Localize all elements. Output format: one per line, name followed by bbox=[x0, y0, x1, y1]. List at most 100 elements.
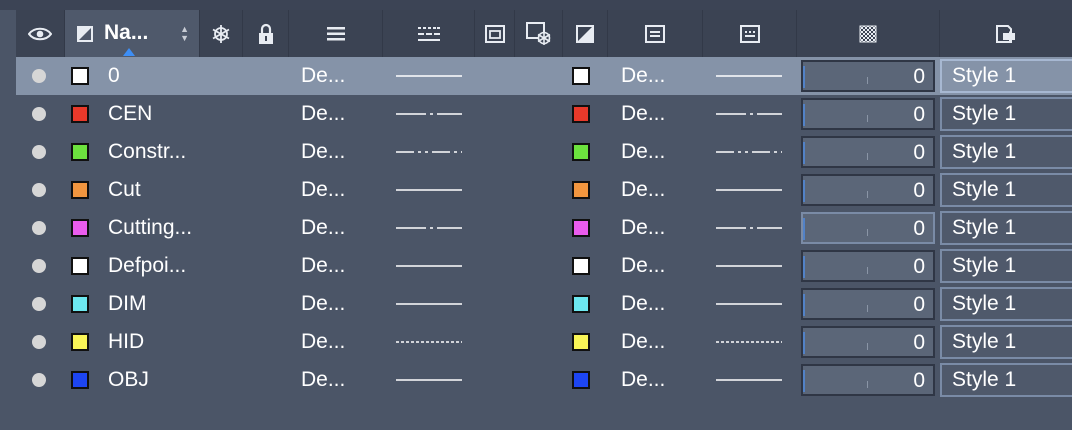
layer-name-cell[interactable]: Defpoi... bbox=[108, 247, 186, 285]
layer-color-cell[interactable] bbox=[71, 285, 89, 323]
linetype-cell[interactable] bbox=[396, 133, 462, 171]
layer-color-cell[interactable] bbox=[71, 361, 89, 399]
vp-lineweight-cell[interactable]: De... bbox=[621, 209, 665, 247]
plot-style-field[interactable]: Style 1 bbox=[940, 363, 1072, 397]
linetype-cell[interactable] bbox=[396, 285, 462, 323]
viewport-freeze-column-header[interactable] bbox=[515, 10, 563, 57]
vp-linetype-cell[interactable] bbox=[716, 171, 782, 209]
vp-color-cell[interactable] bbox=[572, 285, 590, 323]
plot-style-field[interactable]: Style 1 bbox=[940, 97, 1072, 131]
layer-color-cell[interactable] bbox=[71, 57, 89, 95]
layer-color-cell[interactable] bbox=[71, 247, 89, 285]
plot-style-field[interactable]: Style 1 bbox=[940, 249, 1072, 283]
transparency-field[interactable]: 0 bbox=[801, 212, 935, 244]
transparency-field[interactable]: 0 bbox=[801, 250, 935, 282]
vp-linetype-cell[interactable] bbox=[716, 209, 782, 247]
transparency-field[interactable]: 0 bbox=[801, 174, 935, 206]
layer-row[interactable]: Constr... De... De... 0 Style 1 bbox=[16, 133, 1072, 171]
lineweight-cell[interactable]: De... bbox=[301, 133, 345, 171]
vp-linetype-cell[interactable] bbox=[716, 95, 782, 133]
visibility-toggle[interactable] bbox=[32, 209, 46, 247]
freeze-column-header[interactable] bbox=[200, 10, 243, 57]
vp-color-cell[interactable] bbox=[572, 95, 590, 133]
vp-lineweight-cell[interactable]: De... bbox=[621, 361, 665, 399]
visibility-toggle[interactable] bbox=[32, 133, 46, 171]
plot-style-field[interactable]: Style 1 bbox=[940, 135, 1072, 169]
visibility-toggle[interactable] bbox=[32, 171, 46, 209]
layer-name-cell[interactable]: DIM bbox=[108, 285, 147, 323]
layer-row[interactable]: DIM De... De... 0 Style 1 bbox=[16, 285, 1072, 323]
vp-lineweight-cell[interactable]: De... bbox=[621, 285, 665, 323]
lineweight-cell[interactable]: De... bbox=[301, 361, 345, 399]
vp-color-cell[interactable] bbox=[572, 171, 590, 209]
vp-lineweight-cell[interactable]: De... bbox=[621, 57, 665, 95]
plot-style-field[interactable]: Style 1 bbox=[940, 59, 1072, 93]
vp-linetype-cell[interactable] bbox=[716, 133, 782, 171]
layer-color-cell[interactable] bbox=[71, 95, 89, 133]
transparency-field[interactable]: 0 bbox=[801, 136, 935, 168]
lineweight-cell[interactable]: De... bbox=[301, 323, 345, 361]
vp-lineweight-cell[interactable]: De... bbox=[621, 323, 665, 361]
plot-style-field[interactable]: Style 1 bbox=[940, 287, 1072, 321]
layer-row[interactable]: Defpoi... De... De... 0 Style 1 bbox=[16, 247, 1072, 285]
layer-row[interactable]: HID De... De... 0 Style 1 bbox=[16, 323, 1072, 361]
lineweight-cell[interactable]: De... bbox=[301, 247, 345, 285]
linetype-column-header[interactable] bbox=[383, 10, 475, 57]
layer-name-cell[interactable]: Cut bbox=[108, 171, 141, 209]
layer-name-cell[interactable]: OBJ bbox=[108, 361, 149, 399]
vp-color-cell[interactable] bbox=[572, 57, 590, 95]
transparency-column-header[interactable] bbox=[797, 10, 940, 57]
layer-row[interactable]: Cutting... De... De... 0 Style 1 bbox=[16, 209, 1072, 247]
visibility-toggle[interactable] bbox=[32, 247, 46, 285]
vp-lineweight-cell[interactable]: De... bbox=[621, 95, 665, 133]
vp-linetype-cell[interactable] bbox=[716, 285, 782, 323]
vp-lineweight-cell[interactable]: De... bbox=[621, 247, 665, 285]
layer-row[interactable]: 0 De... De... 0 Style 1 bbox=[16, 57, 1072, 95]
vp-lineweight-cell[interactable]: De... bbox=[621, 171, 665, 209]
vp-color-cell[interactable] bbox=[572, 133, 590, 171]
visibility-column-header[interactable] bbox=[16, 10, 65, 57]
vp-linetype-cell[interactable] bbox=[716, 361, 782, 399]
lock-column-header[interactable] bbox=[243, 10, 289, 57]
visibility-toggle[interactable] bbox=[32, 323, 46, 361]
layer-color-cell[interactable] bbox=[71, 209, 89, 247]
plot-style-column-header[interactable] bbox=[940, 10, 1072, 57]
vp-lineweight-cell[interactable]: De... bbox=[621, 133, 665, 171]
vp-color-cell[interactable] bbox=[572, 323, 590, 361]
vp-color-cell[interactable] bbox=[572, 361, 590, 399]
lineweight-cell[interactable]: De... bbox=[301, 209, 345, 247]
layer-name-cell[interactable]: CEN bbox=[108, 95, 152, 133]
linetype-cell[interactable] bbox=[396, 247, 462, 285]
linetype-cell[interactable] bbox=[396, 57, 462, 95]
linetype-cell[interactable] bbox=[396, 323, 462, 361]
vp-lineweight-column-header[interactable] bbox=[703, 10, 797, 57]
vp-linetype-cell[interactable] bbox=[716, 323, 782, 361]
linetype-cell[interactable] bbox=[396, 361, 462, 399]
plot-style-field[interactable]: Style 1 bbox=[940, 325, 1072, 359]
vp-linetype-column-header[interactable] bbox=[608, 10, 703, 57]
visibility-toggle[interactable] bbox=[32, 361, 46, 399]
visibility-toggle[interactable] bbox=[32, 57, 46, 95]
transparency-field[interactable]: 0 bbox=[801, 326, 935, 358]
transparency-field[interactable]: 0 bbox=[801, 364, 935, 396]
lineweight-column-header[interactable] bbox=[289, 10, 383, 57]
lineweight-cell[interactable]: De... bbox=[301, 171, 345, 209]
layer-name-cell[interactable]: 0 bbox=[108, 57, 120, 95]
layer-color-cell[interactable] bbox=[71, 323, 89, 361]
linetype-cell[interactable] bbox=[396, 209, 462, 247]
lineweight-cell[interactable]: De... bbox=[301, 285, 345, 323]
transparency-field[interactable]: 0 bbox=[801, 98, 935, 130]
plot-style-field[interactable]: Style 1 bbox=[940, 211, 1072, 245]
layer-name-cell[interactable]: Cutting... bbox=[108, 209, 192, 247]
vp-color-cell[interactable] bbox=[572, 209, 590, 247]
layer-name-cell[interactable]: Constr... bbox=[108, 133, 186, 171]
layer-color-cell[interactable] bbox=[71, 133, 89, 171]
lineweight-cell[interactable]: De... bbox=[301, 95, 345, 133]
layer-name-cell[interactable]: HID bbox=[108, 323, 144, 361]
layer-row[interactable]: OBJ De... De... 0 Style 1 bbox=[16, 361, 1072, 399]
lineweight-cell[interactable]: De... bbox=[301, 57, 345, 95]
vp-linetype-cell[interactable] bbox=[716, 57, 782, 95]
vp-color-column-header[interactable] bbox=[563, 10, 608, 57]
layer-row[interactable]: CEN De... De... 0 Style 1 bbox=[16, 95, 1072, 133]
name-column-header[interactable]: Na... ▲ ▼ bbox=[65, 10, 200, 57]
